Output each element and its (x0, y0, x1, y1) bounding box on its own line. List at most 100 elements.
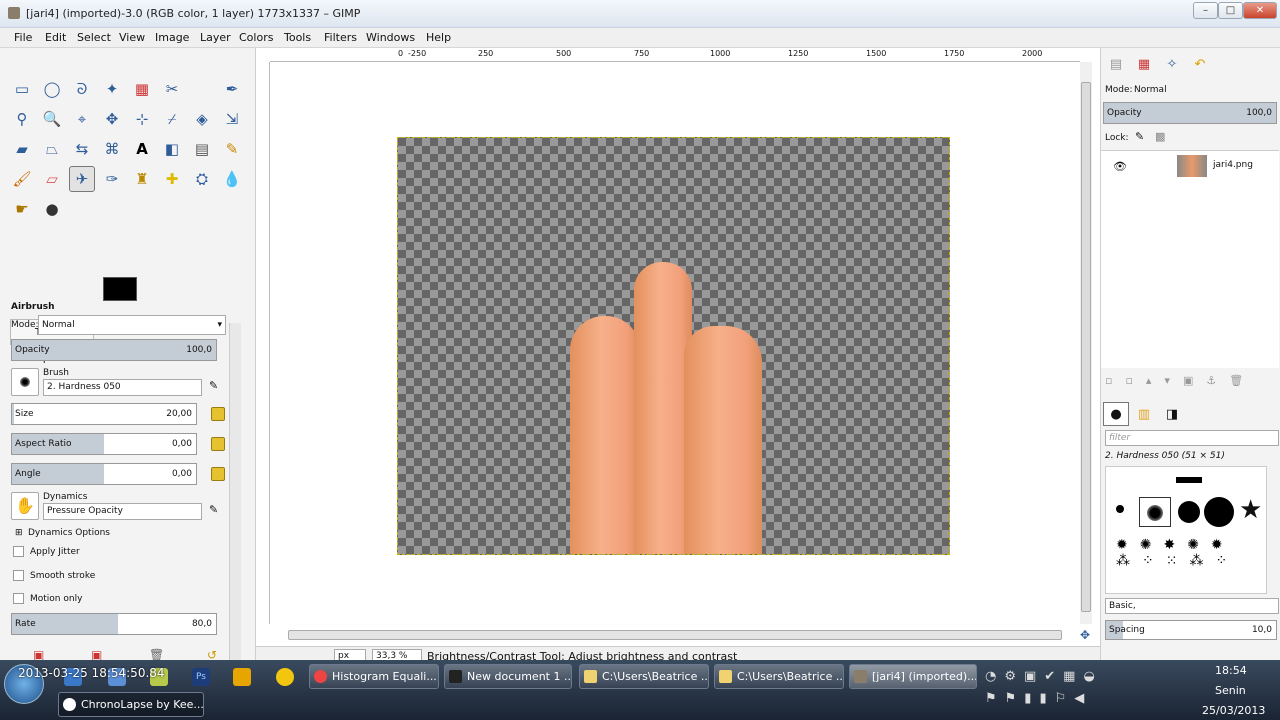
measure-icon[interactable]: ⌖ (69, 106, 95, 132)
brush-preview[interactable] (11, 368, 39, 396)
perspective-clone-icon[interactable]: ⛭ (189, 166, 215, 192)
menu-help[interactable]: Help (426, 31, 451, 44)
edit-dynamics-icon[interactable]: ✎ (209, 503, 218, 516)
brush-item[interactable] (1116, 505, 1124, 513)
blur-icon[interactable]: 💧 (219, 166, 245, 192)
aspect-ratio-slider[interactable]: Aspect Ratio 0,00 (11, 433, 197, 455)
lasso-icon[interactable]: ᘐ (69, 76, 95, 102)
image-canvas[interactable] (397, 137, 950, 555)
smooth-stroke-checkbox[interactable] (13, 570, 24, 581)
layers-tab-icon[interactable]: ▤ (1103, 52, 1129, 76)
layer-name[interactable]: jari4.png (1213, 160, 1253, 170)
brush-item-star-icon[interactable]: ★ (1239, 495, 1262, 525)
align-icon[interactable]: ⊹ (129, 106, 155, 132)
menu-tools[interactable]: Tools (284, 31, 311, 44)
opacity-slider[interactable]: Opacity 100,0 (11, 339, 217, 361)
patterns-tab-icon[interactable]: ▥ (1131, 402, 1157, 426)
media-player-icon[interactable] (233, 668, 251, 686)
menu-filters[interactable]: Filters (324, 31, 357, 44)
brush-tag-select[interactable]: Basic, (1105, 598, 1279, 614)
lock-alpha-icon[interactable]: ▩ (1155, 130, 1165, 143)
zoom-icon[interactable]: 🔍 (39, 106, 65, 132)
reset-size-icon[interactable] (211, 407, 225, 421)
maximize-button[interactable]: □ (1218, 2, 1243, 19)
rect-select-icon[interactable]: ▭ (9, 76, 35, 102)
task-histogram[interactable]: Histogram Equali... (309, 664, 439, 689)
dynamics-options[interactable]: Dynamics Options (28, 528, 110, 538)
brush-item[interactable] (1176, 477, 1202, 483)
system-tray[interactable]: ◔⚙▣✔▦◒ ⚑⚑▮▮⚐◀ (985, 666, 1193, 710)
blend-icon[interactable]: ▤ (189, 136, 215, 162)
edit-brush-icon[interactable]: ✎ (209, 379, 218, 392)
reset-angle-icon[interactable] (211, 467, 225, 481)
close-button[interactable]: ✕ (1243, 2, 1277, 19)
flip-icon[interactable]: ⇆ (69, 136, 95, 162)
crop-icon[interactable]: ⌿ (159, 106, 185, 132)
scale-icon[interactable]: ⇲ (219, 106, 245, 132)
undo-tab-icon[interactable]: ↶ (1187, 52, 1213, 76)
scissors-icon[interactable]: ✂ (159, 76, 185, 102)
dynamics-field[interactable]: Pressure Opacity (43, 503, 202, 520)
clock-time[interactable]: 18:54 (1215, 664, 1247, 677)
fuzzy-select-icon[interactable]: ✦ (99, 76, 125, 102)
angle-slider[interactable]: Angle 0,00 (11, 463, 197, 485)
motion-only-checkbox[interactable] (13, 593, 24, 604)
perspective-icon[interactable]: ⏢ (39, 136, 65, 162)
task-explorer-2[interactable]: C:\Users\Beatrice ... (714, 664, 844, 689)
horizontal-scrollbar[interactable] (288, 630, 1062, 640)
clone-icon[interactable]: ♜ (129, 166, 155, 192)
task-gimp[interactable]: [jari4] (imported)... (849, 664, 977, 689)
paths-icon[interactable]: ✒ (219, 76, 245, 102)
reset-aspect-icon[interactable] (211, 437, 225, 451)
task-new-document[interactable]: New document 1 ... (444, 664, 572, 689)
gradients-tab-icon[interactable]: ◨ (1159, 402, 1185, 426)
brush-item[interactable] (1204, 497, 1234, 527)
ellipse-select-icon[interactable]: ◯ (39, 76, 65, 102)
move-icon[interactable]: ✥ (99, 106, 125, 132)
tool-options-scrollbar[interactable] (229, 323, 241, 663)
ink-icon[interactable]: ✑ (99, 166, 125, 192)
canvas-area[interactable] (270, 62, 1078, 624)
menu-view[interactable]: View (119, 31, 145, 44)
menu-edit[interactable]: Edit (45, 31, 66, 44)
eraser-icon[interactable]: ▱ (39, 166, 65, 192)
brushes-tab-icon[interactable]: ● (1103, 402, 1129, 426)
task-chronolapse[interactable]: ChronoLapse by Kee... (58, 692, 204, 717)
emoji-icon[interactable] (276, 668, 294, 686)
horizontal-ruler[interactable]: -250 0 250 500 750 1000 1250 1500 1750 2… (270, 48, 1080, 62)
cage-icon[interactable]: ⌘ (99, 136, 125, 162)
navigate-icon[interactable]: ✥ (1080, 628, 1090, 642)
brush-grid[interactable]: ★ ✹✺✸✺✹ ⁂⁘⁙⁂⁘ (1105, 466, 1267, 594)
rate-slider[interactable]: Rate 80,0 (11, 613, 217, 635)
color-select-icon[interactable]: ▦ (129, 76, 155, 102)
vertical-ruler[interactable] (256, 62, 270, 624)
color-picker-icon[interactable]: ⚲ (9, 106, 35, 132)
smudge-icon[interactable]: ☛ (9, 196, 35, 222)
dodge-burn-icon[interactable]: ● (39, 196, 65, 222)
foreground-color[interactable] (103, 277, 137, 301)
vertical-scrollbar[interactable] (1080, 62, 1092, 624)
task-explorer-1[interactable]: C:\Users\Beatrice ... (579, 664, 709, 689)
rotate-icon[interactable]: ◈ (189, 106, 215, 132)
menu-layer[interactable]: Layer (200, 31, 231, 44)
menu-select[interactable]: Select (77, 31, 111, 44)
layer-mode-value[interactable]: Normal (1134, 85, 1167, 95)
brush-item[interactable] (1178, 501, 1200, 523)
text-icon[interactable]: A (129, 136, 155, 162)
photoshop-icon[interactable]: Ps (192, 668, 210, 686)
dynamics-icon[interactable]: ✋ (11, 492, 39, 520)
apply-jitter-checkbox[interactable] (13, 546, 24, 557)
paths-tab-icon[interactable]: ✧ (1159, 52, 1185, 76)
size-slider[interactable]: Size 20,00 (11, 403, 197, 425)
minimize-button[interactable]: – (1193, 2, 1218, 19)
brush-field[interactable]: 2. Hardness 050 (43, 379, 202, 396)
pencil-icon[interactable]: ✎ (219, 136, 245, 162)
brush-item-splatter-row[interactable]: ✹✺✸✺✹ ⁂⁘⁙⁂⁘ (1116, 537, 1266, 587)
spacing-slider[interactable]: Spacing 10,0 (1105, 620, 1277, 640)
brush-item-selected[interactable] (1139, 497, 1171, 527)
mode-select[interactable]: Normal ▾ (38, 315, 226, 335)
lock-pixels-icon[interactable]: ✎ (1135, 130, 1144, 143)
channels-tab-icon[interactable]: ▦ (1131, 52, 1157, 76)
bucket-fill-icon[interactable]: ◧ (159, 136, 185, 162)
shear-icon[interactable]: ▰ (9, 136, 35, 162)
